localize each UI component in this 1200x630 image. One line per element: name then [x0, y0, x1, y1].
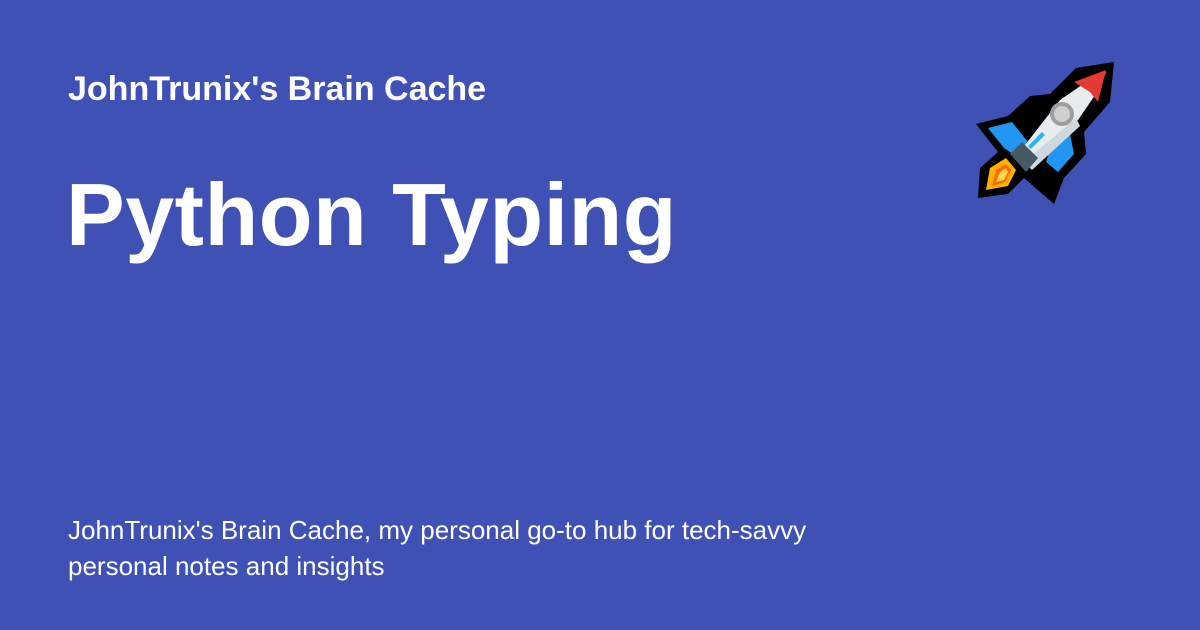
- page-title: Python Typing: [66, 165, 678, 264]
- rocket-icon: [970, 58, 1120, 208]
- site-description: JohnTrunix's Brain Cache, my personal go…: [68, 515, 807, 581]
- site-name: JohnTrunix's Brain Cache: [68, 70, 487, 108]
- social-preview-card: JohnTrunix's Brain Cache Python Typing J…: [0, 0, 1200, 630]
